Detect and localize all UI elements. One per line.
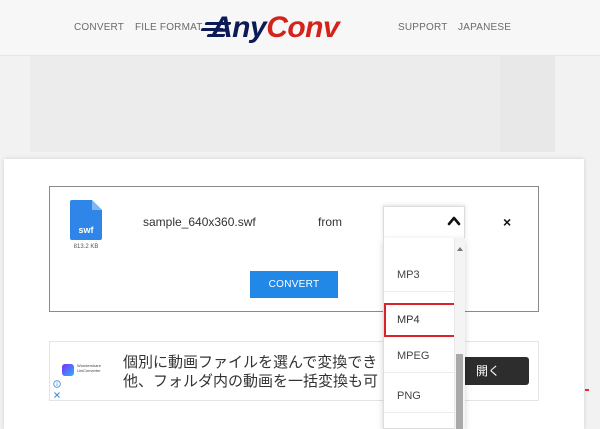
file-type-label: swf	[78, 225, 94, 235]
ad-brand: Wondershare UniConverter	[77, 363, 101, 373]
uniconverter-logo-icon	[62, 364, 74, 376]
chevron-up-icon[interactable]	[447, 214, 461, 228]
site-header: CONVERT FILE FORMAT AnyConv SUPPORT JAPA…	[0, 0, 600, 56]
remove-file-button[interactable]: ×	[503, 214, 511, 230]
from-label: from	[318, 215, 342, 229]
format-option-mpeg[interactable]: MPEG	[384, 339, 456, 373]
convert-button[interactable]: CONVERT	[250, 271, 338, 298]
format-dropdown-list[interactable]: MP3 MP4 MPEG PNG	[383, 238, 465, 429]
nav-convert[interactable]: CONVERT	[74, 22, 124, 33]
ad-info-icon[interactable]	[53, 380, 61, 388]
file-name: sample_640x360.swf	[143, 215, 256, 229]
logo-conv: Conv	[266, 11, 340, 44]
red-marker	[585, 389, 589, 391]
format-option-mp4[interactable]: MP4	[384, 303, 456, 337]
scroll-up-arrow-icon[interactable]	[457, 247, 463, 251]
top-ad-area	[30, 56, 555, 152]
format-option-png[interactable]: PNG	[384, 379, 456, 413]
nav-japanese[interactable]: JAPANESE	[458, 22, 511, 33]
ad-text: 個別に動画ファイルを選んで変換でき 他、フォルダ内の動画を一括変換も可	[123, 353, 379, 390]
nav-support[interactable]: SUPPORT	[398, 22, 448, 33]
dropdown-scroll-thumb[interactable]	[456, 354, 463, 429]
file-size: 813.2 KB	[73, 244, 99, 250]
format-option-mp3[interactable]: MP3	[384, 258, 456, 292]
anyconv-logo[interactable]: AnyConv	[200, 8, 340, 48]
ad-close-icon[interactable]	[53, 391, 61, 399]
top-ad-side	[500, 56, 555, 152]
nav-file-format[interactable]: FILE FORMAT	[135, 22, 203, 33]
